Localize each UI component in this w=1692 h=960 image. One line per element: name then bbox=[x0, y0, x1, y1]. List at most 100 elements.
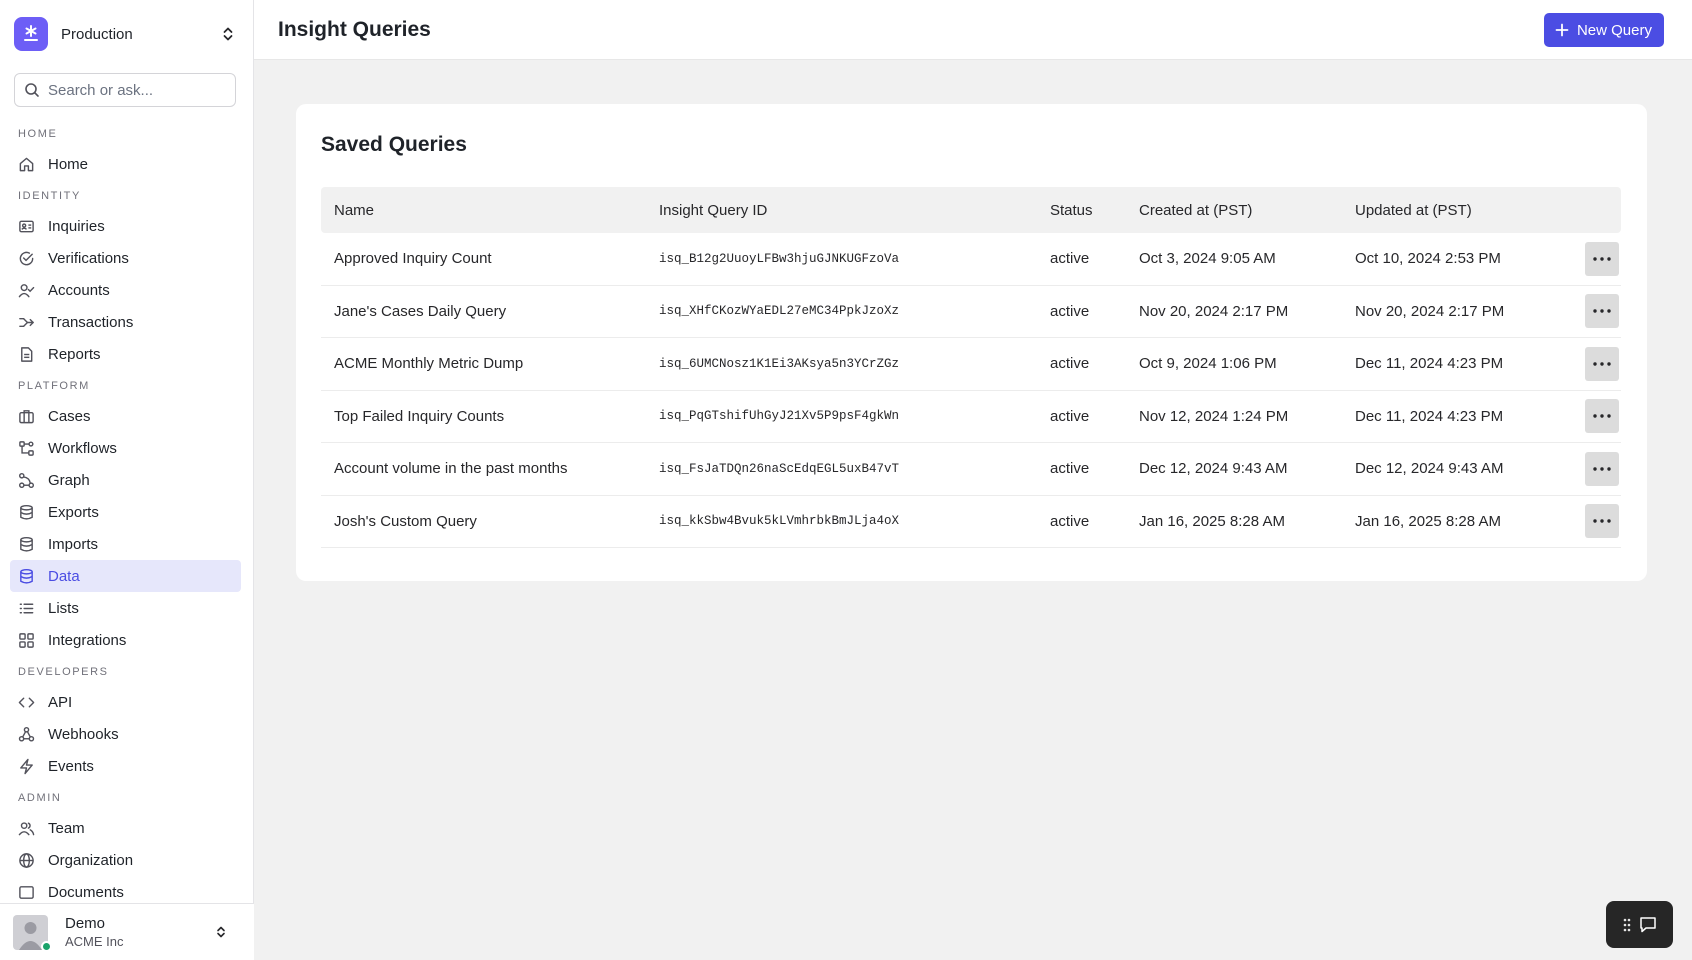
queries-table: Name Insight Query ID Status Created at … bbox=[321, 187, 1621, 548]
chevron-up-down-icon bbox=[217, 926, 225, 938]
sidebar-item-integrations[interactable]: Integrations bbox=[10, 624, 241, 656]
table-row[interactable]: Approved Inquiry Count isq_B12g2UuoyLFBw3… bbox=[321, 233, 1621, 286]
nav-section-developers: DEVELOPERS bbox=[18, 666, 109, 678]
new-query-label: New Query bbox=[1576, 21, 1652, 39]
sidebar-item-graph[interactable]: Graph bbox=[10, 464, 241, 496]
sidebar-item-exports[interactable]: Exports bbox=[10, 496, 241, 528]
sidebar-item-label: Workflows bbox=[48, 439, 117, 457]
avatar bbox=[13, 914, 52, 952]
document-icon bbox=[21, 346, 33, 362]
sidebar-item-verifications[interactable]: Verifications bbox=[10, 242, 241, 274]
sidebar-item-label: Documents bbox=[48, 883, 124, 901]
sidebar-item-label: Reports bbox=[48, 345, 101, 363]
sidebar-item-inquiries[interactable]: Inquiries bbox=[10, 210, 241, 242]
workspace-switcher[interactable]: Production bbox=[14, 16, 236, 52]
sidebar-item-label: Imports bbox=[48, 535, 99, 553]
workspace-name: Production bbox=[61, 25, 133, 43]
user-name: Demo bbox=[65, 915, 106, 932]
nav-section-platform: PLATFORM bbox=[18, 380, 90, 392]
sidebar-item-documents[interactable]: Documents bbox=[10, 876, 241, 900]
sidebar-item-data[interactable]: Data bbox=[10, 560, 241, 592]
database-icon bbox=[20, 504, 33, 520]
row-actions bbox=[1557, 241, 1621, 276]
query-name: Approved Inquiry Count bbox=[334, 250, 492, 268]
query-name: Top Failed Inquiry Counts bbox=[334, 407, 505, 425]
more-actions-button[interactable] bbox=[1585, 504, 1619, 539]
sidebar-item-team[interactable]: Team bbox=[10, 812, 241, 844]
transactions-arrow-icon bbox=[19, 317, 34, 327]
sidebar-item-label: Home bbox=[48, 155, 89, 173]
query-status: active bbox=[1050, 355, 1090, 373]
sidebar-item-label: Verifications bbox=[48, 249, 129, 267]
grid-icon bbox=[19, 632, 34, 648]
sidebar-item-label: Lists bbox=[48, 599, 79, 617]
sidebar-item-cases[interactable]: Cases bbox=[10, 400, 241, 432]
more-actions-button[interactable] bbox=[1585, 346, 1619, 381]
sidebar-item-lists[interactable]: Lists bbox=[10, 592, 241, 624]
chevron-up-down-icon bbox=[223, 27, 233, 41]
query-status: active bbox=[1050, 302, 1090, 320]
query-name: ACME Monthly Metric Dump bbox=[334, 355, 524, 373]
table-row[interactable]: Jane's Cases Daily Query isq_XHfCKozWYaED… bbox=[321, 286, 1621, 338]
sidebar-item-reports[interactable]: Reports bbox=[10, 338, 241, 370]
user-menu[interactable]: Demo ACME Inc bbox=[0, 903, 254, 960]
more-actions-button[interactable] bbox=[1585, 451, 1619, 486]
document-icon bbox=[19, 885, 34, 899]
table-row[interactable]: Account volume in the past months isq_FsJ… bbox=[321, 443, 1621, 496]
column-header-id: Insight Query ID bbox=[659, 201, 768, 219]
sidebar-item-imports[interactable]: Imports bbox=[10, 528, 241, 560]
ellipsis-icon bbox=[1593, 362, 1611, 366]
query-created-at: Nov 20, 2024 2:17 PM bbox=[1139, 302, 1289, 320]
id-card-icon bbox=[19, 220, 34, 232]
sidebar-item-label: Data bbox=[48, 567, 80, 585]
chat-widget-button[interactable] bbox=[1606, 901, 1673, 948]
database-icon bbox=[20, 536, 33, 552]
row-actions bbox=[1557, 346, 1621, 381]
more-actions-button[interactable] bbox=[1585, 294, 1619, 329]
query-created-at: Oct 9, 2024 1:06 PM bbox=[1139, 355, 1277, 373]
more-actions-button[interactable] bbox=[1585, 399, 1619, 434]
query-name: Josh's Custom Query bbox=[334, 512, 477, 530]
ellipsis-icon bbox=[1593, 257, 1611, 261]
sidebar-item-label: Accounts bbox=[48, 281, 110, 299]
query-status: active bbox=[1050, 460, 1090, 478]
sidebar-item-accounts[interactable]: Accounts bbox=[10, 274, 241, 306]
table-row[interactable]: Josh's Custom Query isq_kkSbw4Bvuk5kLVmhr… bbox=[321, 496, 1621, 548]
briefcase-icon bbox=[19, 409, 34, 423]
sidebar-item-transactions[interactable]: Transactions bbox=[10, 306, 241, 338]
page-header: Insight Queries New Query bbox=[254, 0, 1692, 60]
home-icon bbox=[19, 157, 34, 171]
lightning-icon bbox=[20, 758, 33, 774]
search-icon bbox=[25, 83, 39, 97]
sidebar-nav: HOME Home IDENTITY Inquiries Verificatio… bbox=[0, 118, 254, 900]
sidebar-item-home[interactable]: Home bbox=[10, 148, 241, 180]
sidebar-item-label: API bbox=[48, 693, 73, 711]
sidebar-item-webhooks[interactable]: Webhooks bbox=[10, 718, 241, 750]
sidebar-item-events[interactable]: Events bbox=[10, 750, 241, 782]
sidebar-item-label: Webhooks bbox=[48, 725, 119, 743]
column-header-created: Created at (PST) bbox=[1139, 201, 1253, 219]
sidebar-item-organization[interactable]: Organization bbox=[10, 844, 241, 876]
sidebar-item-label: Events bbox=[48, 757, 94, 775]
query-id: isq_B12g2UuoyLFBw3hjuGJNKUGFzoVa bbox=[659, 251, 900, 266]
query-name: Jane's Cases Daily Query bbox=[334, 302, 507, 320]
webhook-icon bbox=[18, 726, 35, 742]
plus-icon bbox=[1555, 23, 1569, 37]
row-actions bbox=[1557, 451, 1621, 486]
table-row[interactable]: Top Failed Inquiry Counts isq_PqGTshifUhG… bbox=[321, 391, 1621, 443]
query-id: isq_kkSbw4Bvuk5kLVmhrbkBmJLja4oX bbox=[659, 514, 900, 529]
sidebar-item-label: Exports bbox=[48, 503, 99, 521]
query-id: isq_XHfCKozWYaEDL27eMC34PpkJzoXz bbox=[659, 304, 900, 319]
ellipsis-icon bbox=[1593, 467, 1611, 471]
chat-bubble-icon bbox=[1639, 917, 1656, 933]
query-created-at: Oct 3, 2024 9:05 AM bbox=[1139, 250, 1276, 268]
sidebar-item-api[interactable]: API bbox=[10, 686, 241, 718]
more-actions-button[interactable] bbox=[1585, 241, 1619, 276]
new-query-button[interactable]: New Query bbox=[1543, 13, 1664, 47]
table-row[interactable]: ACME Monthly Metric Dump isq_6UMCNosz1K1E… bbox=[321, 338, 1621, 391]
drag-handle-icon bbox=[1623, 918, 1630, 931]
online-status-indicator bbox=[41, 940, 52, 952]
search-input[interactable] bbox=[48, 81, 228, 99]
sidebar-item-workflows[interactable]: Workflows bbox=[10, 432, 241, 464]
sidebar: Production HOME Home IDENTITY Inquiries … bbox=[0, 0, 254, 960]
